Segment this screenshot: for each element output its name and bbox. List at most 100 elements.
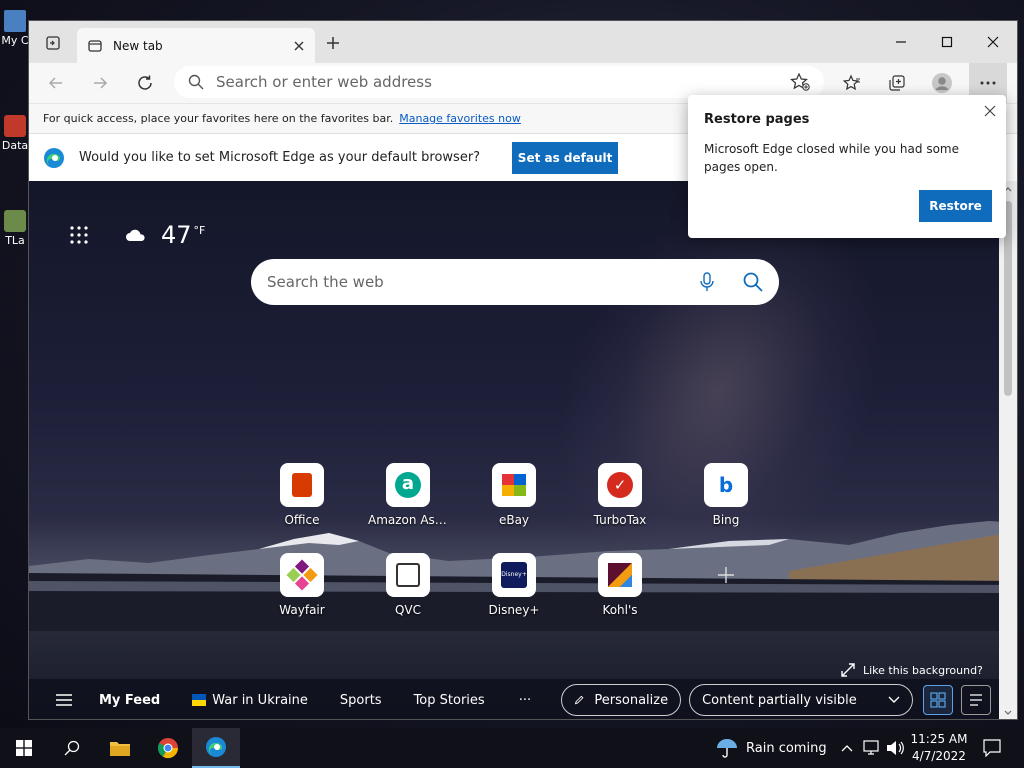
kohls-icon <box>598 553 642 597</box>
computer-icon <box>4 10 26 32</box>
quick-link-ebay[interactable]: eBay <box>474 463 554 527</box>
menu-icon[interactable] <box>55 693 73 707</box>
taskbar-weather[interactable]: Rain coming <box>716 728 827 768</box>
start-button[interactable] <box>0 728 48 768</box>
bing-icon: b <box>704 463 748 507</box>
weather-widget[interactable]: 47 °F <box>69 221 205 249</box>
quick-link-kohls[interactable]: Kohl's <box>580 553 660 617</box>
refresh-button[interactable] <box>130 69 160 97</box>
search-icon[interactable] <box>743 272 763 292</box>
desktop-icon-data[interactable]: Data <box>0 115 30 152</box>
taskbar: Rain coming 11:25 AM 4/7/2022 <box>0 728 1024 768</box>
taskbar-clock[interactable]: 11:25 AM 4/7/2022 <box>904 731 974 765</box>
list-icon <box>970 694 983 706</box>
tab-new-tab[interactable]: New tab <box>77 28 315 63</box>
add-quick-link-button[interactable] <box>686 553 766 597</box>
tab-my-feed[interactable]: My Feed <box>99 693 160 708</box>
tab-title: New tab <box>113 38 163 53</box>
scroll-down-icon <box>1004 710 1012 715</box>
microphone-icon[interactable] <box>699 272 715 292</box>
plus-icon <box>718 567 734 583</box>
favorites-star-icon <box>843 74 860 91</box>
grid-view-button[interactable] <box>923 685 954 715</box>
quick-link-bing[interactable]: b Bing <box>686 463 766 527</box>
taskbar-search-button[interactable] <box>48 728 96 768</box>
disney-plus-icon: Disney+ <box>492 553 536 597</box>
close-window-button[interactable] <box>970 27 1016 57</box>
set-as-default-button[interactable]: Set as default <box>512 141 619 174</box>
quick-link-amazon-assistant[interactable]: a Amazon Assi... <box>368 463 448 527</box>
restore-button[interactable]: Restore <box>919 190 992 222</box>
network-icon[interactable] <box>862 740 880 756</box>
personalize-button[interactable]: Personalize <box>561 684 682 716</box>
chrome-icon <box>157 738 179 759</box>
chevron-up-icon[interactable] <box>841 744 853 752</box>
manage-favorites-link[interactable]: Manage favorites now <box>399 112 521 125</box>
quick-link-disney-plus[interactable]: Disney+ Disney+ <box>474 553 554 617</box>
favorites-bar-text: For quick access, place your favorites h… <box>43 112 394 125</box>
quick-link-turbotax[interactable]: ✓ TurboTax <box>580 463 660 527</box>
edge-logo-icon <box>206 737 226 757</box>
favorites-button[interactable] <box>837 69 867 97</box>
volume-icon[interactable] <box>886 740 904 756</box>
content-visibility-dropdown[interactable]: Content partially visible <box>689 684 914 716</box>
add-favorite-icon[interactable] <box>790 73 810 91</box>
restore-pages-title: Restore pages <box>704 112 810 127</box>
edge-logo-icon <box>44 147 64 168</box>
close-tab-icon[interactable] <box>293 40 305 52</box>
forward-button[interactable] <box>85 69 115 97</box>
taskbar-file-explorer[interactable] <box>96 728 144 768</box>
new-tab-button[interactable] <box>319 31 347 55</box>
profile-button[interactable] <box>927 69 957 97</box>
new-tab-page-icon <box>88 39 102 52</box>
taskbar-edge[interactable] <box>192 728 240 768</box>
desktop-icon-label: My C <box>1 34 29 47</box>
default-browser-message: Would you like to set Microsoft Edge as … <box>79 150 481 165</box>
quick-link-qvc[interactable]: Q QVC <box>368 553 448 617</box>
quick-link-label: Amazon Assi... <box>368 513 448 527</box>
quick-link-label: eBay <box>498 513 530 527</box>
pencil-icon <box>574 695 584 705</box>
quick-link-wayfair[interactable]: Wayfair <box>262 553 342 617</box>
taskbar-chrome[interactable] <box>144 728 192 768</box>
scrollbar[interactable] <box>999 181 1017 719</box>
collections-button[interactable] <box>882 69 912 97</box>
restore-pages-dialog: Restore pages Microsoft Edge closed whil… <box>688 95 1006 238</box>
more-topics-button[interactable]: ··· <box>519 693 531 708</box>
like-background-text: Like this background? <box>863 663 983 677</box>
taskbar-weather-text: Rain coming <box>746 740 827 756</box>
address-bar[interactable]: Search or enter web address <box>174 66 824 98</box>
turbotax-icon: ✓ <box>598 463 642 507</box>
avatar-icon <box>932 73 952 93</box>
quick-link-label: Wayfair <box>279 603 325 617</box>
quick-link-office[interactable]: Office <box>262 463 342 527</box>
plus-icon <box>327 37 339 49</box>
search-icon <box>188 74 204 90</box>
web-search-placeholder: Search the web <box>267 273 384 291</box>
app-icon <box>4 115 26 137</box>
restore-pages-message: Microsoft Edge closed while you had some… <box>704 142 959 174</box>
tab-war-in-ukraine[interactable]: War in Ukraine <box>192 693 308 708</box>
app-launcher-icon[interactable] <box>69 225 89 245</box>
tab-top-stories[interactable]: Top Stories <box>414 693 485 708</box>
qvc-icon: Q <box>386 553 430 597</box>
desktop-icon-mycomputer[interactable]: My C <box>0 10 30 47</box>
minimize-icon <box>896 41 906 43</box>
notifications-icon[interactable] <box>983 739 1001 757</box>
arrow-left-icon <box>48 77 62 89</box>
web-search-box[interactable]: Search the web <box>251 259 779 305</box>
back-button[interactable] <box>41 69 71 97</box>
tab-sports[interactable]: Sports <box>340 693 382 708</box>
minimize-button[interactable] <box>878 27 924 57</box>
quick-link-label: Kohl's <box>602 603 638 617</box>
windows-logo-icon <box>16 740 32 756</box>
refresh-icon <box>138 75 152 90</box>
grid-icon <box>930 692 946 708</box>
maximize-button[interactable] <box>924 27 970 57</box>
tab-actions-button[interactable] <box>39 31 67 55</box>
close-icon[interactable] <box>984 105 996 117</box>
weather-unit: °F <box>193 223 206 237</box>
like-background-link[interactable]: Like this background? <box>841 663 983 677</box>
list-view-button[interactable] <box>961 685 992 715</box>
desktop-icon-tla[interactable]: TLa <box>0 210 30 247</box>
